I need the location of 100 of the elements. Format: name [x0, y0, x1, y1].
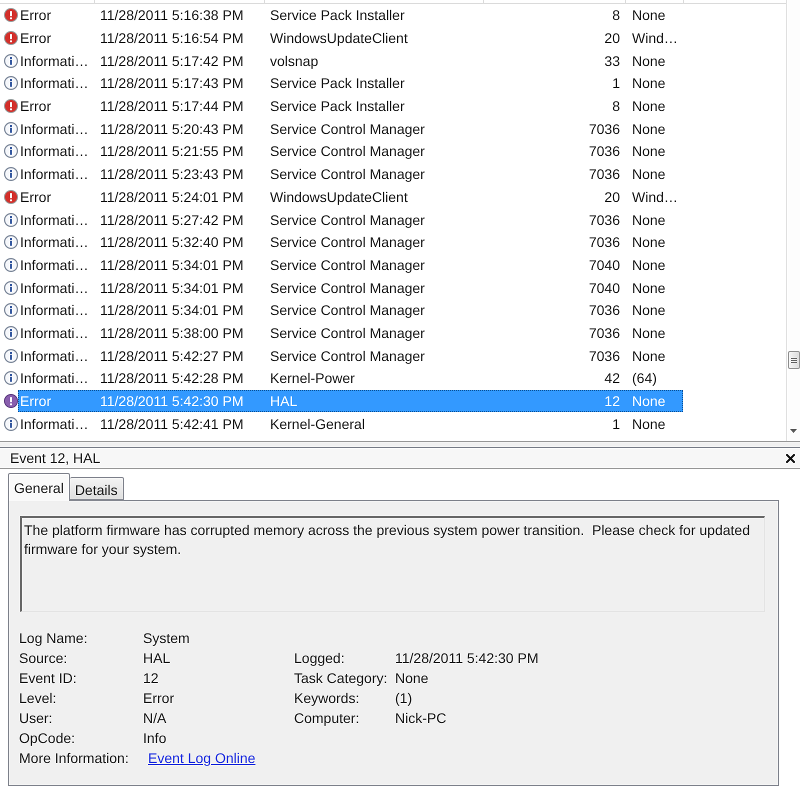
table-row[interactable]: Informati… 11/28/2011 5:27:42 PM Service Control Manager 7036 None	[18, 208, 683, 231]
table-row[interactable]: Informati… 11/28/2011 5:42:28 PM Kernel-Power 42 (64)	[18, 367, 683, 390]
table-row[interactable]: Error 11/28/2011 5:16:54 PM WindowsUpdateClient 20 Wind…	[18, 26, 683, 50]
table-cell: 11/28/2011 5:20:43 PM	[100, 120, 244, 137]
table-cell: 11/28/2011 5:17:42 PM	[100, 52, 244, 69]
table-row[interactable]: Informati… 11/28/2011 5:34:01 PM Service Control Manager 7040 None	[18, 254, 683, 276]
table-cell: Service Control Manager	[270, 166, 425, 182]
more-information-link[interactable]: Event Log Online	[148, 750, 256, 766]
info-icon	[4, 212, 18, 227]
table-cell: Kernel-General	[270, 416, 365, 432]
error-icon	[4, 190, 18, 204]
table-cell: Service Control Manager	[270, 143, 425, 160]
table-cell: 11/28/2011 5:16:54 PM	[100, 30, 244, 46]
table-cell: 11/28/2011 5:32:40 PM	[100, 234, 244, 250]
error-icon	[4, 394, 18, 408]
description-field[interactable]: The platform firmware has corrupted memory across the previous system power transition. Please check for updated firmware for your system.	[20, 516, 765, 612]
table-cell: None	[632, 324, 666, 341]
table-cell: 11/28/2011 5:16:38 PM	[100, 7, 244, 24]
table-cell: None	[632, 212, 666, 228]
table-cell: None	[632, 143, 666, 160]
down-arrow-icon[interactable]	[790, 429, 797, 433]
table-cell: Service Control Manager	[270, 212, 425, 228]
tab[interactable]: General	[8, 473, 70, 501]
table-cell: 11/28/2011 5:24:01 PM	[100, 188, 244, 205]
table-cell: 7036	[588, 324, 620, 341]
table-cell: 8	[612, 7, 620, 24]
table-cell: 20	[604, 188, 620, 205]
field-value: HAL	[143, 650, 170, 666]
table-cell: Informati…	[20, 120, 88, 137]
table-cell: Service Pack Installer	[270, 7, 405, 24]
info-icon	[4, 76, 18, 90]
table-cell: 11/28/2011 5:42:28 PM	[100, 370, 244, 386]
table-cell: Wind…	[632, 188, 678, 205]
table-cell: 20	[604, 30, 620, 46]
info-icon	[4, 416, 18, 431]
table-row[interactable]: Informati… 11/28/2011 5:34:01 PM Service Control Manager 7036 None	[18, 298, 683, 322]
table-cell: Error	[20, 393, 52, 410]
table-cell: None	[632, 280, 666, 296]
table-row[interactable]: Informati… 11/28/2011 5:23:43 PM Service Control Manager 7036 None	[18, 162, 683, 186]
table-cell: None	[632, 98, 666, 114]
table-row[interactable]: Informati… 11/28/2011 5:17:42 PM volsnap 33 None	[18, 49, 683, 72]
table-cell: None	[632, 302, 666, 318]
field-label: OpCode:	[19, 730, 76, 746]
table-cell: Informati…	[20, 324, 88, 341]
field-value: Nick-PC	[395, 710, 446, 726]
table-row[interactable]: Error 11/28/2011 5:17:44 PM Service Pack Installer 8 None	[18, 94, 683, 118]
table-row[interactable]: Informati… 11/28/2011 5:20:43 PM Service Control Manager 7036 None	[18, 117, 683, 140]
scroll-thumb[interactable]	[788, 351, 800, 369]
table-cell: Error	[20, 30, 52, 46]
table-row[interactable]: Informati… 11/28/2011 5:32:40 PM Service Control Manager 7036 None	[18, 230, 683, 254]
table-cell: None	[632, 120, 666, 137]
table-cell: 7036	[588, 348, 620, 364]
table-row[interactable]: Informati… 11/28/2011 5:34:01 PM Service Control Manager 7040 None	[18, 276, 683, 299]
table-cell: Informati…	[20, 256, 88, 273]
table-cell: Informati…	[20, 348, 88, 364]
table-cell: 33	[604, 52, 620, 69]
table-cell: Informati…	[20, 212, 88, 228]
close-icon[interactable]	[786, 454, 795, 462]
table-cell: Service Control Manager	[270, 348, 425, 364]
info-icon	[4, 280, 18, 295]
table-cell: (64)	[632, 370, 657, 386]
table-cell: 11/28/2011 5:34:01 PM	[100, 256, 244, 273]
table-cell: None	[632, 256, 666, 273]
table-cell: 11/28/2011 5:27:42 PM	[100, 212, 244, 228]
table-row[interactable]: Informati… 11/28/2011 5:17:43 PM Service Pack Installer 1 None	[18, 72, 683, 95]
info-icon	[4, 54, 18, 68]
field-value: Error	[143, 690, 174, 706]
table-cell: 11/28/2011 5:42:41 PM	[100, 416, 244, 432]
table-cell: 8	[612, 98, 620, 114]
info-icon	[4, 167, 18, 182]
table-cell: Informati…	[20, 52, 88, 69]
table-cell: 11/28/2011 5:42:30 PM	[100, 393, 244, 410]
field-label: More Information:	[19, 750, 129, 766]
table-cell: 1	[612, 416, 620, 432]
table-cell: 7036	[588, 234, 620, 250]
table-cell: None	[632, 75, 666, 92]
table-cell: 7036	[588, 120, 620, 137]
tab[interactable]: Details	[70, 477, 124, 500]
info-icon	[4, 303, 18, 318]
field-value: Info	[143, 730, 166, 746]
scrollbar[interactable]	[786, 0, 800, 441]
table-row[interactable]: Informati… 11/28/2011 5:21:55 PM Service Control Manager 7036 None	[18, 140, 683, 163]
table-row[interactable]: Informati… 11/28/2011 5:42:41 PM Kernel-General 1 None	[18, 412, 683, 436]
field-value: (1)	[395, 690, 412, 706]
table-row[interactable]: Informati… 11/28/2011 5:38:00 PM Service Control Manager 7036 None	[18, 322, 683, 344]
table-cell: 42	[604, 370, 620, 386]
table-cell: 7040	[588, 280, 620, 296]
table-row[interactable]: Informati… 11/28/2011 5:42:27 PM Service Control Manager 7036 None	[18, 344, 683, 367]
table-cell: volsnap	[270, 52, 318, 69]
info-icon	[4, 144, 18, 158]
table-row[interactable]: Error 11/28/2011 5:24:01 PM WindowsUpdateClient 20 Wind…	[18, 186, 683, 208]
info-icon	[4, 326, 18, 340]
info-icon	[4, 258, 18, 272]
table-cell: Informati…	[20, 416, 88, 432]
table-row[interactable]: Error 11/28/2011 5:16:38 PM Service Pack Installer 8 None	[18, 4, 683, 27]
field-value: 11/28/2011 5:42:30 PM	[395, 650, 538, 666]
table-cell: 7036	[588, 212, 620, 228]
table-cell: Informati…	[20, 234, 88, 250]
grip-icon	[790, 358, 796, 362]
table-cell: 11/28/2011 5:17:44 PM	[100, 98, 244, 114]
